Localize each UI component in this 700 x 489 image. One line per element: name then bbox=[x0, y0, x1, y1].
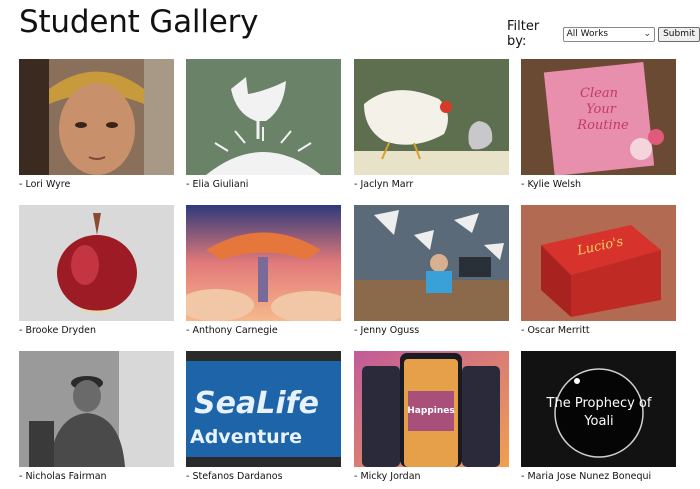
filter-select[interactable]: All Works ⌄ bbox=[562, 26, 656, 42]
artwork-thumbnail[interactable]: SeaLife Adventure bbox=[186, 351, 341, 467]
artist-caption: - Anthony Carnegie bbox=[186, 325, 278, 336]
gallery-item[interactable]: - Elia Giuliani bbox=[186, 59, 341, 190]
artwork-thumbnail[interactable] bbox=[354, 59, 509, 175]
submit-button[interactable]: Submit bbox=[658, 26, 700, 42]
chevron-down-icon: ⌄ bbox=[643, 29, 652, 39]
gallery-item[interactable]: - Jaclyn Marr bbox=[354, 59, 509, 190]
artwork-thumbnail[interactable] bbox=[186, 59, 341, 175]
artwork-thumbnail[interactable] bbox=[19, 351, 174, 467]
artwork-thumbnail[interactable]: Clean Your Routine bbox=[521, 59, 676, 175]
artwork-thumbnail[interactable] bbox=[19, 205, 174, 321]
artwork-text: Happines bbox=[407, 406, 454, 416]
artwork-text: The Prophecy of bbox=[546, 396, 652, 411]
artwork-thumbnail[interactable] bbox=[354, 205, 509, 321]
artist-caption: - Lori Wyre bbox=[19, 179, 71, 190]
gallery-item[interactable]: Clean Your Routine - Kylie Welsh bbox=[521, 59, 676, 190]
artwork-thumbnail[interactable] bbox=[19, 59, 174, 175]
gallery-item[interactable]: - Lori Wyre bbox=[19, 59, 174, 190]
gallery-item[interactable]: - Anthony Carnegie bbox=[186, 205, 341, 336]
artwork-thumbnail[interactable]: The Prophecy of Yoali bbox=[521, 351, 676, 467]
artist-caption: - Oscar Merritt bbox=[521, 325, 590, 336]
filter-form: Filter by: All Works ⌄ Submit bbox=[507, 19, 700, 49]
artist-caption: - Nicholas Fairman bbox=[19, 471, 107, 482]
gallery-item[interactable]: SeaLife Adventure - Stefanos Dardanos bbox=[186, 351, 341, 482]
artist-caption: - Kylie Welsh bbox=[521, 179, 582, 190]
gallery-item[interactable]: - Nicholas Fairman bbox=[19, 351, 174, 482]
artist-caption: - Jenny Oguss bbox=[354, 325, 420, 336]
artwork-text: Clean bbox=[580, 86, 618, 101]
artwork-thumbnail[interactable]: Happines bbox=[354, 351, 509, 467]
gallery-item[interactable]: - Jenny Oguss bbox=[354, 205, 509, 336]
artist-caption: - Elia Giuliani bbox=[186, 179, 249, 190]
artwork-text: Your bbox=[586, 102, 617, 117]
artist-caption: - Maria Jose Nunez Bonequi bbox=[521, 471, 652, 482]
artwork-text: SeaLife bbox=[194, 386, 319, 421]
artist-caption: - Stefanos Dardanos bbox=[186, 471, 283, 482]
artwork-text: Routine bbox=[576, 118, 629, 133]
artist-caption: - Jaclyn Marr bbox=[354, 179, 414, 190]
filter-select-value: All Works bbox=[566, 29, 609, 39]
gallery-item[interactable]: The Prophecy of Yoali - Maria Jose Nunez… bbox=[521, 351, 676, 482]
artwork-thumbnail[interactable] bbox=[186, 205, 341, 321]
artwork-text: Adventure bbox=[190, 426, 302, 448]
artist-caption: - Micky Jordan bbox=[354, 471, 421, 482]
page-title: Student Gallery bbox=[19, 4, 259, 40]
filter-label: Filter by: bbox=[507, 19, 540, 49]
gallery-item[interactable]: Lucio's - Oscar Merritt bbox=[521, 205, 676, 336]
artist-caption: - Brooke Dryden bbox=[19, 325, 97, 336]
gallery-item[interactable]: - Brooke Dryden bbox=[19, 205, 174, 336]
artwork-thumbnail[interactable]: Lucio's bbox=[521, 205, 676, 321]
gallery-item[interactable]: Happines - Micky Jordan bbox=[354, 351, 509, 482]
artwork-text: Yoali bbox=[583, 414, 613, 429]
